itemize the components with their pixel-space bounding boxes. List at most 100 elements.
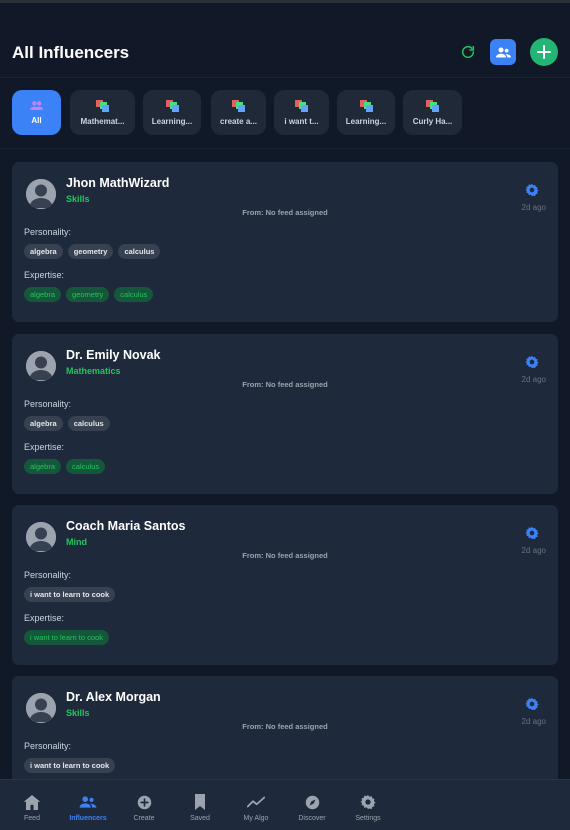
influencer-card[interactable]: Dr. Emily Novak Mathematics From: No feed … bbox=[12, 334, 558, 494]
personality-tags: algebra calculus bbox=[24, 416, 110, 431]
plus-icon bbox=[537, 45, 551, 59]
influencer-settings-button[interactable] bbox=[525, 355, 539, 369]
nav-label: Settings bbox=[355, 815, 381, 822]
category-icon bbox=[359, 99, 373, 112]
filter-chip-label: Curly Ha... bbox=[412, 116, 453, 126]
avatar bbox=[26, 179, 56, 209]
expertise-tag: calculus bbox=[114, 287, 154, 302]
nav-item-settings[interactable]: Settings bbox=[340, 780, 396, 830]
influencer-card[interactable]: Jhon MathWizard Skills From: No feed assig… bbox=[12, 162, 558, 322]
influencers-view-button[interactable] bbox=[490, 39, 516, 65]
expertise-label: Expertise: bbox=[24, 270, 65, 280]
influencer-name: Jhon MathWizard bbox=[66, 176, 170, 190]
gear-icon bbox=[525, 697, 539, 711]
filter-chip-label: Learning... bbox=[151, 116, 193, 126]
filter-chip[interactable]: Curly Ha... bbox=[403, 90, 462, 135]
expertise-tags: algebra geometry calculus bbox=[24, 287, 154, 302]
nav-item-my-algo[interactable]: My Algo bbox=[228, 780, 284, 830]
feed-source: From: No feed assigned bbox=[242, 722, 328, 731]
influencer-category: Skills bbox=[66, 708, 90, 718]
nav-icon bbox=[79, 793, 97, 811]
personality-label: Personality: bbox=[24, 227, 72, 237]
filter-chip[interactable]: All bbox=[12, 90, 61, 135]
personality-tags: i want to learn to cook bbox=[24, 587, 116, 602]
trend-icon bbox=[247, 796, 265, 808]
refresh-button[interactable] bbox=[457, 41, 479, 63]
avatar bbox=[26, 351, 56, 381]
bottom-navigation: Feed Influencers Create Saved My Algo Discove… bbox=[0, 779, 570, 830]
avatar-icon bbox=[26, 351, 56, 381]
avatar bbox=[26, 522, 56, 552]
influencer-settings-button[interactable] bbox=[525, 526, 539, 540]
filter-chip[interactable]: Learning... bbox=[337, 90, 395, 135]
people-icon bbox=[30, 101, 43, 110]
filter-chip-label: Mathemat... bbox=[80, 116, 125, 126]
avatar bbox=[26, 693, 56, 723]
filter-chip-label: create a... bbox=[220, 116, 257, 126]
influencer-settings-button[interactable] bbox=[525, 697, 539, 711]
filter-chip[interactable]: Learning... bbox=[143, 90, 201, 135]
nav-item-discover[interactable]: Discover bbox=[284, 780, 340, 830]
avatar-icon bbox=[26, 179, 56, 209]
page-title: All Influencers bbox=[12, 43, 130, 62]
expertise-label: Expertise: bbox=[24, 442, 65, 452]
add-influencer-button[interactable] bbox=[530, 38, 558, 66]
category-icon bbox=[165, 99, 179, 112]
app-header: All Influencers bbox=[0, 3, 570, 78]
gear-icon bbox=[525, 526, 539, 540]
influencer-category: Mind bbox=[66, 537, 87, 547]
personality-label: Personality: bbox=[24, 399, 72, 409]
nav-icon bbox=[191, 793, 209, 811]
refresh-icon bbox=[461, 45, 475, 59]
filter-chip-label: i want t... bbox=[284, 116, 319, 126]
plus-circle-icon bbox=[137, 795, 151, 809]
filter-chip[interactable]: Mathemat... bbox=[70, 90, 135, 135]
influencer-card[interactable]: Coach Maria Santos Mind From: No feed assi… bbox=[12, 505, 558, 665]
nav-item-saved[interactable]: Saved bbox=[172, 780, 228, 830]
influencer-settings-button[interactable] bbox=[525, 183, 539, 197]
expertise-tag: calculus bbox=[66, 459, 106, 474]
influencer-name: Coach Maria Santos bbox=[66, 519, 186, 533]
influencer-category: Mathematics bbox=[66, 366, 121, 376]
filter-chip[interactable]: i want t... bbox=[274, 90, 329, 135]
personality-label: Personality: bbox=[24, 741, 72, 751]
feed-source: From: No feed assigned bbox=[242, 551, 328, 560]
category-icon bbox=[295, 99, 308, 112]
filter-chip-label: All bbox=[31, 116, 42, 125]
personality-tag: algebra bbox=[24, 416, 63, 431]
personality-tag: calculus bbox=[67, 416, 110, 431]
gear-icon bbox=[525, 183, 539, 197]
nav-label: Feed bbox=[24, 815, 40, 822]
nav-icon bbox=[359, 793, 377, 811]
filter-chip[interactable]: create a... bbox=[211, 90, 266, 135]
category-filter-bar: All Mathemat... Learning... create a... i wa… bbox=[0, 79, 570, 149]
feed-source: From: No feed assigned bbox=[242, 380, 328, 389]
timestamp: 2d ago bbox=[521, 717, 546, 726]
personality-label: Personality: bbox=[24, 570, 72, 580]
influencer-card[interactable]: Dr. Alex Morgan Skills From: No feed assig… bbox=[12, 676, 558, 779]
compass-icon bbox=[305, 795, 319, 809]
personality-tag: geometry bbox=[67, 244, 114, 259]
nav-label: Influencers bbox=[69, 815, 107, 822]
home-icon bbox=[23, 794, 41, 810]
expertise-tag: i want to learn to cook bbox=[24, 630, 109, 645]
timestamp: 2d ago bbox=[521, 203, 546, 212]
gear-icon bbox=[360, 795, 376, 810]
influencer-category: Skills bbox=[66, 194, 90, 204]
influencer-name: Dr. Alex Morgan bbox=[66, 690, 161, 704]
nav-label: Create bbox=[133, 815, 155, 822]
personality-tag: algebra bbox=[24, 244, 63, 259]
nav-label: Saved bbox=[190, 815, 210, 822]
nav-icon bbox=[135, 793, 153, 811]
nav-label: Discover bbox=[298, 815, 326, 822]
personality-tag: i want to learn to cook bbox=[24, 587, 116, 602]
nav-icon bbox=[247, 793, 265, 811]
expertise-tag: geometry bbox=[66, 287, 110, 302]
personality-tag: calculus bbox=[118, 244, 161, 259]
nav-item-create[interactable]: Create bbox=[116, 780, 172, 830]
expertise-tag: algebra bbox=[24, 459, 62, 474]
nav-item-feed[interactable]: Feed bbox=[4, 780, 60, 830]
nav-item-influencers[interactable]: Influencers bbox=[60, 780, 116, 830]
personality-tags: i want to learn to cook bbox=[24, 758, 116, 773]
nav-icon bbox=[23, 793, 41, 811]
